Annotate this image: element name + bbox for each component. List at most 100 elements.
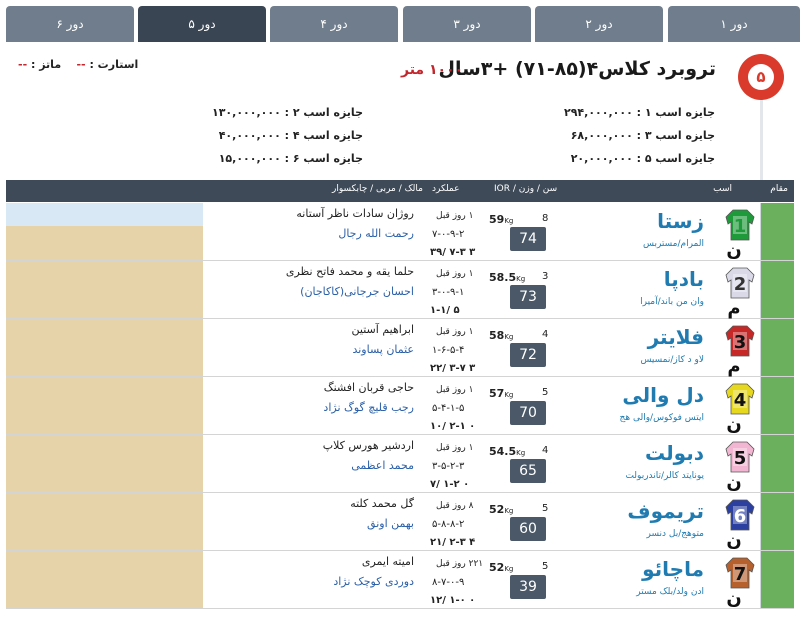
horse-name[interactable]: دل والی <box>622 383 704 407</box>
form-summary: ۲۱/ ۲-۳ ۴ <box>430 537 476 548</box>
trainer-name[interactable]: رحمت الله رجال <box>338 227 414 240</box>
horse-name[interactable]: زستا <box>657 209 704 233</box>
last-run: ۱ روز قبل <box>436 327 474 337</box>
start-value: -- <box>76 58 86 71</box>
runner-letter: ن <box>726 588 742 609</box>
form-line: ۵-۴-۱-۵ <box>432 403 465 414</box>
horse-pedigree: متوهج/بل دنسر <box>646 529 704 539</box>
horse-age: 5 <box>542 503 549 514</box>
horse-name[interactable]: فلایتر <box>648 325 704 349</box>
trainer-name[interactable]: بهمن اونق <box>367 517 414 530</box>
tab-race-4[interactable]: دور ۴ <box>270 6 398 42</box>
rank-cell <box>761 319 794 376</box>
runner-row[interactable]: 5 ن دبولت یونایتد کالر/تاندربولت 4 54.5Kg 65 ۱ … <box>6 435 794 493</box>
runner-row[interactable]: 1 ن زستا المرام/مستربس 8 59Kg 74 ۱ روز قبل ۷-۰-۹… <box>6 203 794 261</box>
runner-row[interactable]: 7 ن ماچائو ادن ولد/بلک مستر 5 52Kg 39 ۲۲۱ روز ق… <box>6 551 794 609</box>
prize-1: جایزه اسب ۱ : ۲۹۴,۰۰۰,۰۰۰ <box>564 106 715 119</box>
horse-weight: 57Kg <box>489 387 513 400</box>
silk-number: 7 <box>734 564 747 585</box>
runner-row[interactable]: 6 ن تریموف متوهج/بل دنسر 5 52Kg 60 ۸ روز قبل ۵-۸… <box>6 493 794 551</box>
jockey-silk-icon: 6 <box>725 499 755 531</box>
rank-separator <box>760 377 761 434</box>
prize-6: جایزه اسب ۶ : ۱۵,۰۰۰,۰۰۰ <box>218 152 363 165</box>
jockey-silk-icon: 5 <box>725 441 755 473</box>
race-title: تروبرد کلاس۴(۸۵-۷۱) +۳سال <box>438 58 716 80</box>
row-left-background <box>6 493 203 550</box>
ior-badge: 60 <box>510 517 546 541</box>
jockey-silk-icon: 7 <box>725 557 755 589</box>
tab-race-3[interactable]: دور ۳ <box>403 6 531 42</box>
runner-row[interactable]: 3 م فلایتر لاو د کاز/نمسیس 4 58Kg 72 ۱ روز قبل ۱… <box>6 319 794 377</box>
horse-name[interactable]: ماچائو <box>642 557 704 581</box>
ior-badge: 74 <box>510 227 546 251</box>
horse-age: 4 <box>542 329 549 340</box>
tab-race-5[interactable]: دور ۵ <box>138 6 266 42</box>
runner-row[interactable]: 4 ن دل والی ایتس فوکوس/والی هج 5 57Kg 70 ۱ روز … <box>6 377 794 435</box>
trainer-name[interactable]: رجب قلیچ گوگ نژاد <box>323 401 414 414</box>
runner-letter: ن <box>726 414 742 435</box>
race-number: ۵ <box>748 64 774 90</box>
runner-letter: م <box>727 356 741 377</box>
weight-unit: Kg <box>504 217 514 225</box>
weight-value: 57 <box>489 387 505 400</box>
weight-value: 58 <box>489 329 505 342</box>
horse-pedigree: ادن ولد/بلک مستر <box>636 587 704 597</box>
prize-4: جایزه اسب ۴ : ۴۰,۰۰۰,۰۰۰ <box>218 129 363 142</box>
trainer-name[interactable]: دوردی کوچک نژاد <box>333 575 414 588</box>
row-highlight <box>6 203 203 226</box>
owner-name: حاجی قربان افشنگ <box>323 381 414 394</box>
tab-race-1[interactable]: دور ۱ <box>668 6 800 42</box>
horse-age: 8 <box>542 213 549 224</box>
horse-weight: 58Kg <box>489 329 513 342</box>
form-summary: ۳۹/ ۷-۳ ۳ <box>430 247 476 258</box>
ior-badge: 70 <box>510 401 546 425</box>
horse-name[interactable]: بادپا <box>664 267 704 291</box>
weight-unit: Kg <box>516 449 526 457</box>
form-line: ۳-۵-۲-۳ <box>432 461 465 472</box>
rank-cell <box>761 493 794 550</box>
row-left-background <box>6 377 203 434</box>
horse-pedigree: ایتس فوکوس/والی هج <box>619 413 704 423</box>
form-line: ۱-۶-۵-۴ <box>432 345 465 356</box>
start-info: استارت : -- ماتز : -- <box>18 58 138 71</box>
rank-cell <box>761 203 794 260</box>
silk-number: 3 <box>734 332 747 353</box>
horse-age: 5 <box>542 387 549 398</box>
horse-pedigree: المرام/مستربس <box>642 239 704 249</box>
rank-separator <box>760 261 761 318</box>
horse-weight: 54.5Kg <box>489 445 525 458</box>
last-run: ۱ روز قبل <box>436 385 474 395</box>
trainer-name[interactable]: احسان جرجانی(کاکاجان) <box>300 285 414 298</box>
rank-separator <box>760 203 761 260</box>
matz-label: ماتز : <box>30 58 62 71</box>
tab-race-6[interactable]: دور ۶ <box>6 6 134 42</box>
runner-row[interactable]: 2 م بادپا وان من باند/آمیرا 3 58.5Kg 73 ۱ روز ق… <box>6 261 794 319</box>
owner-name: حلما یقه و محمد فاتح نظری <box>285 265 414 278</box>
tab-race-2[interactable]: دور ۲ <box>535 6 663 42</box>
rank-cell <box>761 551 794 608</box>
col-rank: مقام <box>770 184 788 194</box>
weight-value: 59 <box>489 213 505 226</box>
horse-weight: 58.5Kg <box>489 271 525 284</box>
horse-name[interactable]: تریموف <box>627 499 704 523</box>
horse-weight: 52Kg <box>489 561 513 574</box>
silk-number: 6 <box>734 506 747 527</box>
col-form: عملکرد <box>432 184 460 194</box>
race-badge-pole <box>760 100 763 182</box>
form-summary: ۱۰/ ۲-۱ ۰ <box>430 421 476 432</box>
trainer-name[interactable]: عثمان پساوند <box>352 343 414 356</box>
trainer-name[interactable]: محمد اعظمی <box>351 459 414 472</box>
jockey-silk-icon: 2 <box>725 267 755 299</box>
weight-value: 52 <box>489 503 505 516</box>
form-line: ۷-۰-۹-۲ <box>432 229 465 240</box>
horse-name[interactable]: دبولت <box>645 441 704 465</box>
owner-name: روژان سادات ناظر آستانه <box>296 207 414 220</box>
weight-unit: Kg <box>504 565 514 573</box>
weight-unit: Kg <box>504 507 514 515</box>
horse-pedigree: وان من باند/آمیرا <box>640 297 704 307</box>
weight-unit: Kg <box>504 333 514 341</box>
row-left-background <box>6 435 203 492</box>
runner-letter: ن <box>726 240 742 261</box>
horse-pedigree: یونایتد کالر/تاندربولت <box>625 471 704 481</box>
last-run: ۱ روز قبل <box>436 443 474 453</box>
